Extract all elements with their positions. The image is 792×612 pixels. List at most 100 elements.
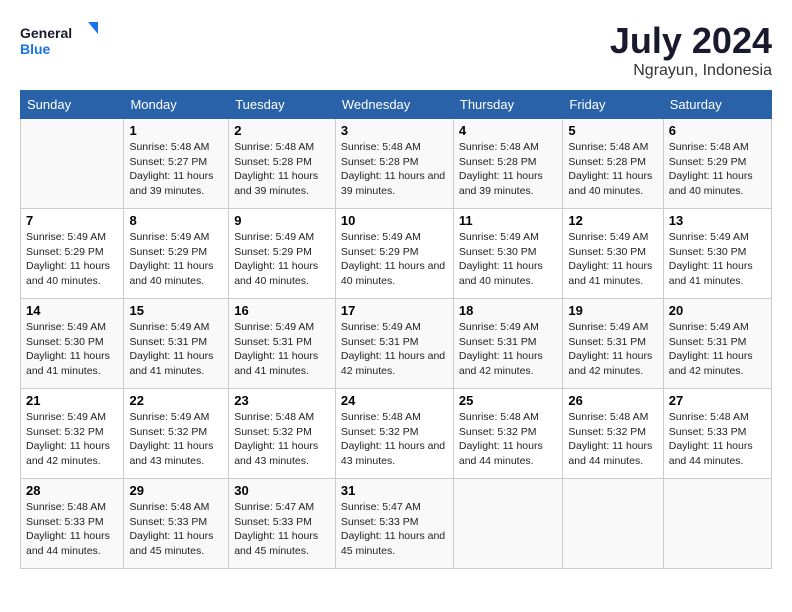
day-info: Sunrise: 5:48 AMSunset: 5:32 PMDaylight:…	[234, 410, 330, 469]
day-number: 17	[341, 303, 448, 318]
calendar-cell: 29 Sunrise: 5:48 AMSunset: 5:33 PMDayligh…	[124, 479, 229, 569]
day-info: Sunrise: 5:49 AMSunset: 5:30 PMDaylight:…	[459, 230, 558, 289]
day-number: 30	[234, 483, 330, 498]
day-number: 23	[234, 393, 330, 408]
day-info: Sunrise: 5:48 AMSunset: 5:32 PMDaylight:…	[568, 410, 657, 469]
day-number: 15	[129, 303, 223, 318]
day-number: 5	[568, 123, 657, 138]
day-number: 26	[568, 393, 657, 408]
day-info: Sunrise: 5:49 AMSunset: 5:30 PMDaylight:…	[669, 230, 766, 289]
day-number: 31	[341, 483, 448, 498]
day-number: 7	[26, 213, 118, 228]
calendar-cell: 16 Sunrise: 5:49 AMSunset: 5:31 PMDayligh…	[229, 299, 336, 389]
day-info: Sunrise: 5:49 AMSunset: 5:32 PMDaylight:…	[26, 410, 118, 469]
day-number: 8	[129, 213, 223, 228]
calendar-cell: 10 Sunrise: 5:49 AMSunset: 5:29 PMDayligh…	[335, 209, 453, 299]
day-info: Sunrise: 5:48 AMSunset: 5:33 PMDaylight:…	[129, 500, 223, 559]
day-number: 12	[568, 213, 657, 228]
calendar-header-row: SundayMondayTuesdayWednesdayThursdayFrid…	[21, 91, 772, 119]
day-info: Sunrise: 5:49 AMSunset: 5:30 PMDaylight:…	[26, 320, 118, 379]
day-info: Sunrise: 5:48 AMSunset: 5:32 PMDaylight:…	[459, 410, 558, 469]
calendar-cell: 8 Sunrise: 5:49 AMSunset: 5:29 PMDaylight…	[124, 209, 229, 299]
calendar-cell: 4 Sunrise: 5:48 AMSunset: 5:28 PMDaylight…	[453, 119, 563, 209]
calendar-table: SundayMondayTuesdayWednesdayThursdayFrid…	[20, 90, 772, 569]
day-info: Sunrise: 5:49 AMSunset: 5:31 PMDaylight:…	[341, 320, 448, 379]
day-number: 4	[459, 123, 558, 138]
header-thursday: Thursday	[453, 91, 563, 119]
day-number: 25	[459, 393, 558, 408]
header-saturday: Saturday	[663, 91, 771, 119]
calendar-week-row: 7 Sunrise: 5:49 AMSunset: 5:29 PMDaylight…	[21, 209, 772, 299]
day-info: Sunrise: 5:48 AMSunset: 5:27 PMDaylight:…	[129, 140, 223, 199]
day-info: Sunrise: 5:48 AMSunset: 5:28 PMDaylight:…	[459, 140, 558, 199]
day-number: 21	[26, 393, 118, 408]
day-number: 16	[234, 303, 330, 318]
day-number: 3	[341, 123, 448, 138]
day-number: 19	[568, 303, 657, 318]
header-tuesday: Tuesday	[229, 91, 336, 119]
day-number: 27	[669, 393, 766, 408]
calendar-cell: 12 Sunrise: 5:49 AMSunset: 5:30 PMDayligh…	[563, 209, 663, 299]
calendar-cell	[453, 479, 563, 569]
main-title: July 2024	[610, 20, 772, 62]
calendar-cell: 2 Sunrise: 5:48 AMSunset: 5:28 PMDaylight…	[229, 119, 336, 209]
day-number: 24	[341, 393, 448, 408]
day-info: Sunrise: 5:48 AMSunset: 5:32 PMDaylight:…	[341, 410, 448, 469]
day-number: 9	[234, 213, 330, 228]
day-number: 1	[129, 123, 223, 138]
day-number: 14	[26, 303, 118, 318]
day-info: Sunrise: 5:49 AMSunset: 5:29 PMDaylight:…	[341, 230, 448, 289]
calendar-cell	[563, 479, 663, 569]
day-number: 10	[341, 213, 448, 228]
day-info: Sunrise: 5:49 AMSunset: 5:29 PMDaylight:…	[234, 230, 330, 289]
calendar-cell: 15 Sunrise: 5:49 AMSunset: 5:31 PMDayligh…	[124, 299, 229, 389]
calendar-cell	[663, 479, 771, 569]
calendar-cell: 22Sunrise: 5:49 AMSunset: 5:32 PMDayligh…	[124, 389, 229, 479]
day-info: Sunrise: 5:47 AMSunset: 5:33 PMDaylight:…	[341, 500, 448, 559]
calendar-week-row: 21 Sunrise: 5:49 AMSunset: 5:32 PMDayligh…	[21, 389, 772, 479]
day-info: Sunrise: 5:49 AMSunset: 5:29 PMDaylight:…	[26, 230, 118, 289]
day-info: Sunrise: 5:49 AMSunset: 5:31 PMDaylight:…	[459, 320, 558, 379]
day-info: Sunrise: 5:49 AMSunset: 5:29 PMDaylight:…	[129, 230, 223, 289]
logo: General Blue	[20, 20, 100, 65]
page-header: General Blue July 2024 Ngrayun, Indonesi…	[20, 20, 772, 80]
day-info: Sunrise: 5:48 AMSunset: 5:33 PMDaylight:…	[669, 410, 766, 469]
calendar-cell: 28 Sunrise: 5:48 AMSunset: 5:33 PMDayligh…	[21, 479, 124, 569]
day-number: 20	[669, 303, 766, 318]
calendar-cell: 1 Sunrise: 5:48 AMSunset: 5:27 PMDaylight…	[124, 119, 229, 209]
day-info: Sunrise: 5:48 AMSunset: 5:28 PMDaylight:…	[341, 140, 448, 199]
day-number: 28	[26, 483, 118, 498]
svg-text:General: General	[20, 25, 72, 41]
calendar-cell: 23 Sunrise: 5:48 AMSunset: 5:32 PMDayligh…	[229, 389, 336, 479]
calendar-cell: 5Sunrise: 5:48 AMSunset: 5:28 PMDaylight…	[563, 119, 663, 209]
calendar-cell: 24 Sunrise: 5:48 AMSunset: 5:32 PMDayligh…	[335, 389, 453, 479]
day-number: 18	[459, 303, 558, 318]
day-info: Sunrise: 5:48 AMSunset: 5:29 PMDaylight:…	[669, 140, 766, 199]
calendar-cell: 17 Sunrise: 5:49 AMSunset: 5:31 PMDayligh…	[335, 299, 453, 389]
day-info: Sunrise: 5:47 AMSunset: 5:33 PMDaylight:…	[234, 500, 330, 559]
calendar-cell: 31 Sunrise: 5:47 AMSunset: 5:33 PMDayligh…	[335, 479, 453, 569]
calendar-cell: 6 Sunrise: 5:48 AMSunset: 5:29 PMDaylight…	[663, 119, 771, 209]
calendar-cell: 20 Sunrise: 5:49 AMSunset: 5:31 PMDayligh…	[663, 299, 771, 389]
day-number: 29	[129, 483, 223, 498]
day-number: 22	[129, 393, 223, 408]
day-number: 2	[234, 123, 330, 138]
calendar-cell: 26 Sunrise: 5:48 AMSunset: 5:32 PMDayligh…	[563, 389, 663, 479]
day-info: Sunrise: 5:49 AMSunset: 5:31 PMDaylight:…	[234, 320, 330, 379]
calendar-cell: 18 Sunrise: 5:49 AMSunset: 5:31 PMDayligh…	[453, 299, 563, 389]
day-info: Sunrise: 5:49 AMSunset: 5:31 PMDaylight:…	[129, 320, 223, 379]
day-info: Sunrise: 5:49 AMSunset: 5:31 PMDaylight:…	[669, 320, 766, 379]
header-friday: Friday	[563, 91, 663, 119]
day-number: 6	[669, 123, 766, 138]
day-number: 11	[459, 213, 558, 228]
calendar-week-row: 14 Sunrise: 5:49 AMSunset: 5:30 PMDayligh…	[21, 299, 772, 389]
calendar-cell: 27 Sunrise: 5:48 AMSunset: 5:33 PMDayligh…	[663, 389, 771, 479]
calendar-cell: 3 Sunrise: 5:48 AMSunset: 5:28 PMDaylight…	[335, 119, 453, 209]
day-info: Sunrise: 5:48 AMSunset: 5:33 PMDaylight:…	[26, 500, 118, 559]
day-info: Sunrise: 5:49 AMSunset: 5:30 PMDaylight:…	[568, 230, 657, 289]
calendar-cell	[21, 119, 124, 209]
subtitle: Ngrayun, Indonesia	[610, 62, 772, 80]
day-info: Sunrise: 5:48 AMSunset: 5:28 PMDaylight:…	[234, 140, 330, 199]
calendar-week-row: 1 Sunrise: 5:48 AMSunset: 5:27 PMDaylight…	[21, 119, 772, 209]
day-number: 13	[669, 213, 766, 228]
